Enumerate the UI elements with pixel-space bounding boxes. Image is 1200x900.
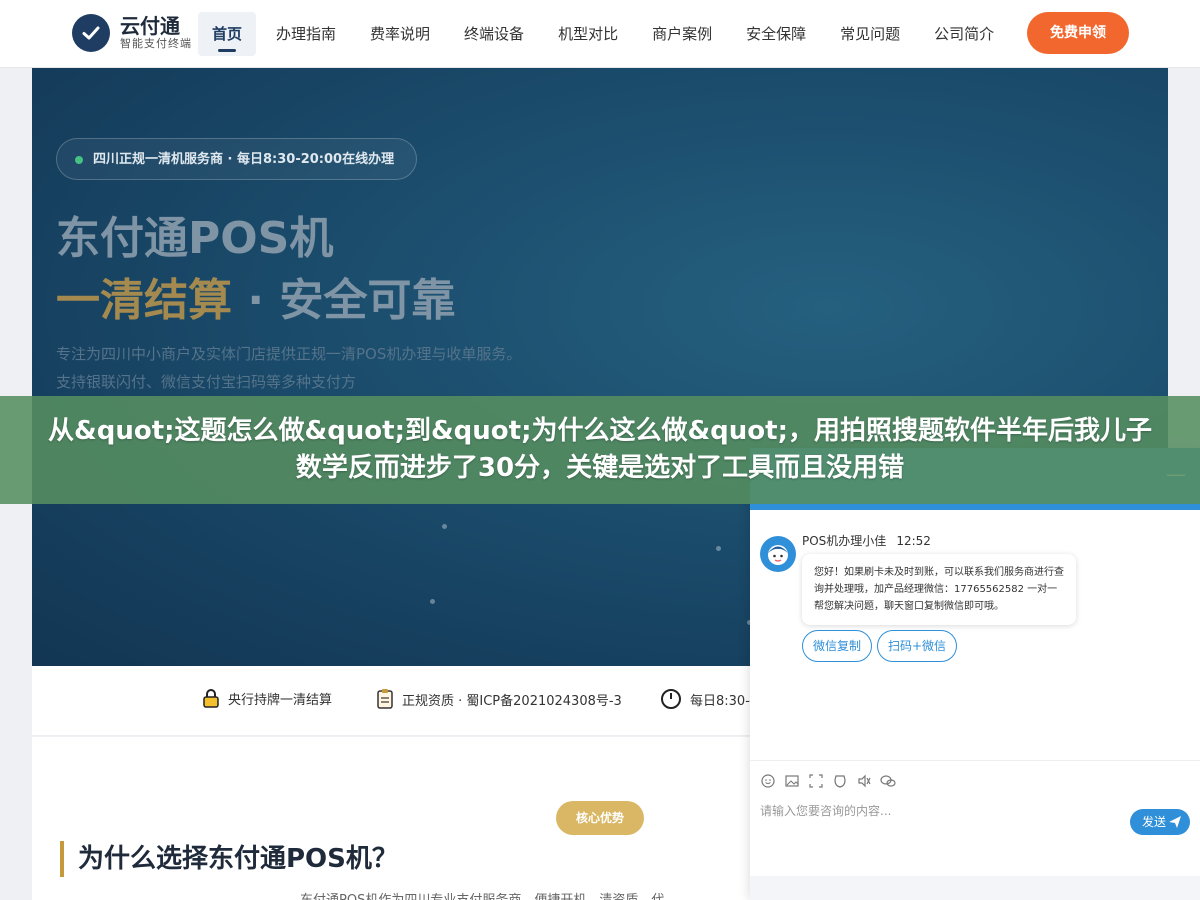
chat-widget: — POS机办理小佳12:52 您好！如果刷卡未及时到账，可以联系我们服务商进行… bbox=[750, 448, 1200, 900]
section-body: 东付通POS机作为四川专业支付服务商，便捷开机，清资质，代 bbox=[300, 889, 664, 900]
nav-item-guide[interactable]: 办理指南 bbox=[262, 12, 350, 56]
hero-title: 东付通POS机 bbox=[56, 213, 334, 264]
chat-footer bbox=[750, 876, 1200, 900]
message-bubble: 您好！如果刷卡未及时到账，可以联系我们服务商进行查询并处理哦，加产品经理微信：1… bbox=[802, 554, 1076, 625]
nav-item-about[interactable]: 公司简介 bbox=[920, 12, 1008, 56]
send-label: 发送 bbox=[1142, 815, 1167, 829]
decor-dot bbox=[442, 524, 447, 529]
section-tag: 核心优势 bbox=[556, 801, 644, 835]
service-hours-text: 四川正规一清机服务商 · 每日8:30-20:00在线办理 bbox=[93, 152, 395, 167]
section-title: 为什么选择东付通POS机？ bbox=[60, 841, 398, 877]
image-icon[interactable] bbox=[784, 773, 800, 789]
nav-item-faq[interactable]: 常见问题 bbox=[826, 12, 914, 56]
hero-subtitle-separator: · bbox=[232, 275, 280, 326]
service-hours-pill: 四川正规一清机服务商 · 每日8:30-20:00在线办理 bbox=[56, 138, 418, 180]
check-logo-icon bbox=[72, 14, 110, 52]
online-status-icon bbox=[75, 156, 83, 164]
site-logo[interactable]: 云付通 智能支付终端 bbox=[72, 14, 192, 52]
top-navbar: 云付通 智能支付终端 首页 办理指南 费率说明 终端设备 机型对比 商户案例 安… bbox=[0, 0, 1200, 68]
chat-message-input[interactable] bbox=[760, 800, 1120, 822]
nav-item-cases[interactable]: 商户案例 bbox=[638, 12, 726, 56]
clock-icon bbox=[661, 689, 681, 709]
feature-license-label: 央行持牌一清结算 bbox=[228, 692, 333, 708]
feature-license: 央行持牌一清结算 bbox=[202, 688, 332, 708]
wechat-icon[interactable] bbox=[880, 773, 896, 789]
decor-dot bbox=[430, 599, 435, 604]
sound-icon[interactable] bbox=[856, 773, 872, 789]
logo-subtitle: 智能支付终端 bbox=[120, 37, 192, 50]
nav-item-rates[interactable]: 费率说明 bbox=[356, 12, 444, 56]
feature-hours: 每日8:30- bbox=[660, 688, 750, 710]
overlay-headline-text: 从&quot;这题怎么做&quot;到&quot;为什么这么做&quot;，用拍… bbox=[48, 416, 1152, 483]
emoji-icon[interactable] bbox=[760, 773, 776, 789]
feature-qualification-label: 正规资质 · 蜀ICP备2021024308号-3 bbox=[402, 693, 622, 709]
hero-subtitle: 一清结算 · 安全可靠 bbox=[56, 264, 455, 328]
nav-item-devices[interactable]: 终端设备 bbox=[450, 12, 538, 56]
hero-subtitle-rest: 安全可靠 bbox=[279, 275, 456, 326]
send-button[interactable]: 发送 bbox=[1130, 809, 1190, 835]
clipboard-icon bbox=[377, 689, 393, 709]
overlay-headline-banner: 从&quot;这题怎么做&quot;到&quot;为什么这么做&quot;，用拍… bbox=[0, 396, 1200, 504]
nav-item-compare[interactable]: 机型对比 bbox=[544, 12, 632, 56]
hero-subtitle-highlight: 一清结算 bbox=[56, 275, 232, 326]
decor-dot bbox=[716, 546, 721, 551]
agent-name: POS机办理小佳 bbox=[802, 534, 887, 548]
agent-face-icon bbox=[768, 545, 788, 565]
feature-hours-label: 每日8:30- bbox=[690, 693, 750, 709]
scan-wechat-button[interactable]: 扫码+微信 bbox=[877, 630, 958, 662]
message-meta: POS机办理小佳 12:52 bbox=[802, 532, 931, 549]
main-menu: 首页 办理指南 费率说明 终端设备 机型对比 商户案例 安全保障 常见问题 公司… bbox=[198, 12, 1014, 56]
nav-item-security[interactable]: 安全保障 bbox=[732, 12, 820, 56]
message-time: 12:52 bbox=[896, 534, 931, 548]
send-arrow-icon bbox=[1169, 816, 1181, 828]
chat-messages: POS机办理小佳 12:52 您好！如果刷卡未及时到账，可以联系我们服务商进行查询… bbox=[750, 510, 1200, 760]
nav-item-home[interactable]: 首页 bbox=[198, 12, 257, 56]
feature-qualification: 正规资质 · 蜀ICP备2021024308号-3 bbox=[376, 688, 622, 710]
agent-avatar bbox=[760, 536, 796, 572]
chat-toolbar bbox=[750, 760, 1200, 800]
screenshot-icon[interactable] bbox=[808, 773, 824, 789]
logo-name: 云付通 bbox=[120, 14, 180, 38]
apply-free-button[interactable]: 免费申领 bbox=[1027, 12, 1129, 54]
hero-description: 专注为四川中小商户及实体门店提供正规一清POS机办理与收单服务。支持银联闪付、微… bbox=[56, 345, 522, 391]
copy-wechat-button[interactable]: 微信复制 bbox=[802, 630, 873, 662]
rate-icon[interactable] bbox=[832, 773, 848, 789]
lock-icon bbox=[203, 689, 219, 708]
